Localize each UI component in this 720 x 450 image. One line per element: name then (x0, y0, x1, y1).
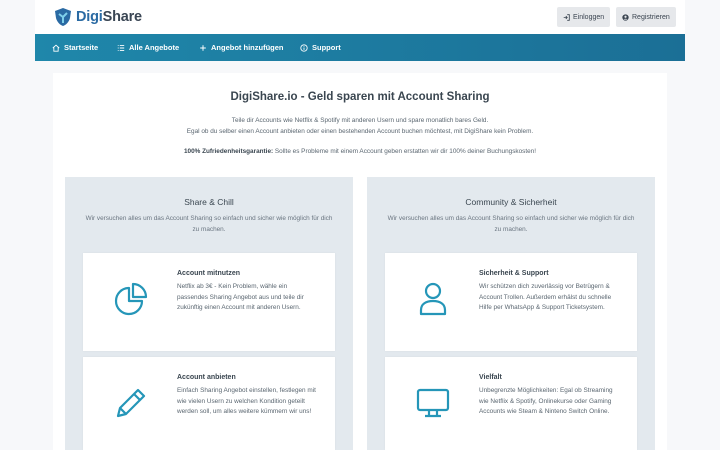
feature-card-account-anbieten: Account anbieten Einfach Sharing Angebot… (83, 357, 335, 450)
nav-label: Angebot hinzufügen (211, 43, 284, 52)
panel-community-sicherheit: Community & Sicherheit Wir versuchen all… (367, 177, 655, 450)
card-title: Account mitnutzen (177, 270, 240, 277)
panel-subtitle: Wir versuchen alles um das Account Shari… (85, 215, 333, 233)
hero-text-line1: Teile dir Accounts wie Netflix & Spotify… (231, 117, 489, 124)
hero-text-line2: Egal ob du selber einen Account anbieten… (186, 128, 534, 135)
guarantee-text: 100% Zufriedenheitsgarantie: Sollte es P… (53, 148, 667, 155)
panel-title: Share & Chill (184, 197, 234, 207)
nav-label: Alle Angebote (129, 43, 180, 52)
panel-title: Community & Sicherheit (465, 197, 557, 207)
panel-share-chill: Share & Chill Wir versuchen alles um das… (65, 177, 353, 450)
feature-card-vielfalt: Vielfalt Unbegrenzte Möglichkeiten: Egal… (385, 357, 637, 450)
panel-subtitle: Wir versuchen alles um das Account Shari… (387, 215, 635, 233)
main-content: DigiShare.io - Geld sparen mit Account S… (53, 73, 667, 450)
user-circle-icon (622, 13, 629, 21)
nav-label: Startseite (64, 43, 99, 52)
card-title: Account anbieten (177, 374, 236, 381)
card-title: Vielfalt (479, 374, 502, 381)
main-navigation: Startseite Alle Angebote Angebot hinzufü… (35, 34, 685, 61)
page-title: DigiShare.io - Geld sparen mit Account S… (230, 91, 490, 103)
card-text: Wir schützen dich zuverlässig vor Betrüg… (479, 283, 612, 311)
card-text: Einfach Sharing Angebot einstellen, fest… (177, 387, 316, 415)
register-button[interactable]: Registrieren (616, 7, 676, 27)
feature-card-sicherheit-support: Sicherheit & Support Wir schützen dich z… (385, 253, 637, 351)
guarantee-detail: Sollte es Probleme mit einem Account geb… (273, 148, 536, 155)
login-button[interactable]: Einloggen (557, 7, 611, 27)
login-label: Einloggen (573, 13, 605, 21)
login-icon (563, 13, 570, 21)
card-text: Netflix ab 3€ - Kein Problem, wähle ein … (177, 283, 304, 311)
nav-item-alle-angebote[interactable]: Alle Angebote (117, 34, 179, 61)
home-icon (52, 44, 60, 52)
brand-name: DigiShare (76, 9, 142, 25)
nav-item-support[interactable]: Support (300, 34, 341, 61)
list-icon (117, 44, 125, 51)
card-title: Sicherheit & Support (479, 270, 549, 277)
nav-label: Support (312, 43, 341, 52)
pie-chart-icon (114, 282, 148, 316)
guarantee-bold: 100% Zufriedenheitsgarantie: (183, 148, 274, 155)
brand-logo[interactable]: DigiShare (54, 7, 142, 27)
shield-logo-icon (55, 8, 71, 26)
feature-card-account-mitnutzen: Account mitnutzen Netflix ab 3€ - Kein P… (83, 253, 335, 351)
monitor-icon (416, 388, 450, 418)
top-header: DigiShare Einloggen Registrieren (35, 0, 685, 34)
pencil-icon (116, 388, 146, 418)
info-icon (300, 43, 308, 52)
nav-item-startseite[interactable]: Startseite (52, 34, 98, 61)
nav-item-angebot-hinzufuegen[interactable]: Angebot hinzufügen (199, 34, 283, 61)
user-icon (419, 282, 447, 316)
card-text: Unbegrenzte Möglichkeiten: Egal ob Strea… (479, 387, 613, 415)
register-label: Registrieren (632, 13, 670, 21)
plus-icon (200, 44, 206, 51)
